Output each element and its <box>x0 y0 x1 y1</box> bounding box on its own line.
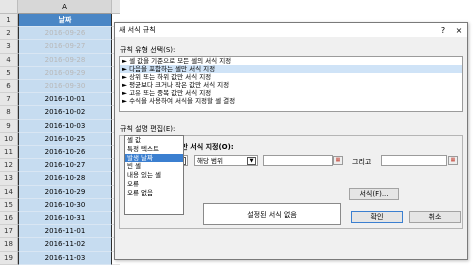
dropdown-option[interactable]: 빈 셀 <box>125 162 183 171</box>
table-row: 14 2016-10-29 <box>0 185 120 199</box>
format-preview: 설정된 서식 없음 <box>203 203 341 225</box>
table-row: 9 2016-10-03 <box>0 119 120 133</box>
cell-date[interactable]: 2016-09-30 <box>18 80 112 94</box>
cell-date[interactable]: 2016-10-01 <box>18 93 112 107</box>
ok-button[interactable]: 확인 <box>351 211 403 223</box>
cell-date[interactable]: 2016-11-03 <box>18 251 112 265</box>
row-header[interactable]: 15 <box>0 198 18 212</box>
dialog-titlebar: 새 서식 규칙 ? × <box>115 23 467 37</box>
help-icon[interactable]: ? <box>435 26 451 35</box>
operator-value: 해당 범위 <box>197 157 223 165</box>
cell-date[interactable]: 2016-10-29 <box>18 185 112 199</box>
dropdown-option[interactable]: 특정 텍스트 <box>125 145 183 154</box>
table-row: 8 2016-10-02 <box>0 106 120 120</box>
close-icon[interactable]: × <box>451 26 467 35</box>
cell-date[interactable]: 2016-10-31 <box>18 212 112 226</box>
rule-type-item[interactable]: ► 고유 또는 중복 값만 서식 지정 <box>120 89 462 97</box>
cancel-button[interactable]: 취소 <box>409 211 461 223</box>
row-header[interactable]: 7 <box>0 93 18 107</box>
row-header[interactable]: 18 <box>0 238 18 252</box>
dropdown-option[interactable]: 내용 있는 셀 <box>125 171 183 180</box>
dropdown-option[interactable]: 셀 값 <box>125 136 183 145</box>
spreadsheet: A 1 날짜 2 2016-09-26 3 2016-09-27 4 2016-09-28 5 2… <box>0 0 120 265</box>
cell-date[interactable]: 2016-09-28 <box>18 53 112 67</box>
format-button[interactable]: 서식(F)... <box>349 188 399 200</box>
row-header[interactable]: 9 <box>0 119 18 133</box>
table-row: 15 2016-10-30 <box>0 198 120 212</box>
new-format-rule-dialog: 새 서식 규칙 ? × 규칙 유형 선택(S): ► 셀 값을 기준으로 모든 … <box>114 22 468 260</box>
cell-date[interactable]: 2016-10-02 <box>18 106 112 120</box>
row-header[interactable]: 8 <box>0 106 18 120</box>
value1-input[interactable] <box>263 155 333 166</box>
table-row: 5 2016-09-29 <box>0 66 120 80</box>
column-header-a[interactable]: A <box>18 0 112 14</box>
cell-date[interactable]: 2016-10-26 <box>18 146 112 160</box>
cell-date[interactable]: 2016-10-27 <box>18 159 112 173</box>
condition-dropdown-list[interactable]: 셀 값 특정 텍스트 발생 날짜 빈 셀 내용 있는 셀 오류 오류 없음 <box>124 135 184 215</box>
cell-date[interactable]: 2016-09-27 <box>18 40 112 54</box>
rule-type-item[interactable]: ► 셀 값을 기준으로 모든 셀의 서식 지정 <box>120 57 462 65</box>
row-header[interactable]: 12 <box>0 159 18 173</box>
row-header[interactable]: 11 <box>0 146 18 160</box>
cell-date[interactable]: 2016-10-30 <box>18 198 112 212</box>
table-row: 4 2016-09-28 <box>0 53 120 67</box>
table-row: 19 2016-11-03 <box>0 251 120 265</box>
table-row: 2 2016-09-26 <box>0 27 120 41</box>
table-row: 13 2016-10-28 <box>0 172 120 186</box>
table-row: 3 2016-09-27 <box>0 40 120 54</box>
rule-type-item-selected[interactable]: ► 다음을 포함하는 셀만 서식 지정 <box>120 65 462 73</box>
row-header[interactable]: 16 <box>0 212 18 226</box>
dialog-title: 새 서식 규칙 <box>119 26 156 34</box>
rule-description-label: 규칙 설명 편집(E): <box>120 125 176 133</box>
cell-date[interactable]: 2016-09-29 <box>18 66 112 80</box>
row-header[interactable]: 2 <box>0 27 18 41</box>
table-row: 16 2016-10-31 <box>0 212 120 226</box>
select-all-corner[interactable] <box>0 0 18 14</box>
chevron-down-icon[interactable]: ▼ <box>247 157 256 165</box>
cell-date[interactable]: 2016-10-28 <box>18 172 112 186</box>
table-row: 18 2016-11-02 <box>0 238 120 252</box>
operator-dropdown[interactable]: 해당 범위 ▼ <box>194 155 258 166</box>
row-header[interactable]: 13 <box>0 172 18 186</box>
column-header-b[interactable] <box>112 0 120 14</box>
cell-date[interactable]: 2016-10-25 <box>18 132 112 146</box>
row-header[interactable]: 4 <box>0 53 18 67</box>
dropdown-option[interactable]: 오류 없음 <box>125 189 183 198</box>
cell-date[interactable]: 2016-11-01 <box>18 225 112 239</box>
row-header[interactable]: 19 <box>0 251 18 265</box>
range-select-icon[interactable]: ▦ <box>333 156 343 165</box>
value2-input[interactable] <box>381 155 447 166</box>
range-select-icon[interactable]: ▦ <box>448 156 458 165</box>
rule-type-item[interactable]: ► 상위 또는 하위 값만 서식 지정 <box>120 73 462 81</box>
rule-type-item[interactable]: ► 수식을 사용하여 서식을 지정할 셀 결정 <box>120 97 462 105</box>
rule-type-item[interactable]: ► 평균보다 크거나 작은 값만 서식 지정 <box>120 81 462 89</box>
rule-type-label: 규칙 유형 선택(S): <box>120 46 176 54</box>
row-header[interactable]: 14 <box>0 185 18 199</box>
table-row: 1 날짜 <box>0 14 120 28</box>
table-row: 10 2016-10-25 <box>0 132 120 146</box>
row-header[interactable]: 17 <box>0 225 18 239</box>
dropdown-option[interactable]: 오류 <box>125 180 183 189</box>
column-header-row: A <box>0 0 120 14</box>
cell-date[interactable]: 2016-11-02 <box>18 238 112 252</box>
and-label: 그리고 <box>352 158 372 166</box>
cell-date[interactable]: 2016-09-26 <box>18 27 112 41</box>
row-header[interactable]: 5 <box>0 66 18 80</box>
row-header[interactable]: 1 <box>0 14 18 28</box>
table-row: 12 2016-10-27 <box>0 159 120 173</box>
row-header[interactable]: 10 <box>0 132 18 146</box>
table-row: 6 2016-09-30 <box>0 80 120 94</box>
row-header[interactable]: 3 <box>0 40 18 54</box>
table-row: 17 2016-11-01 <box>0 225 120 239</box>
table-row: 11 2016-10-26 <box>0 146 120 160</box>
table-row: 7 2016-10-01 <box>0 93 120 107</box>
row-header[interactable]: 6 <box>0 80 18 94</box>
cell-date[interactable]: 날짜 <box>18 14 112 28</box>
cell-date[interactable]: 2016-10-03 <box>18 119 112 133</box>
rule-type-list[interactable]: ► 셀 값을 기준으로 모든 셀의 서식 지정 ► 다음을 포함하는 셀만 서식… <box>119 56 463 112</box>
